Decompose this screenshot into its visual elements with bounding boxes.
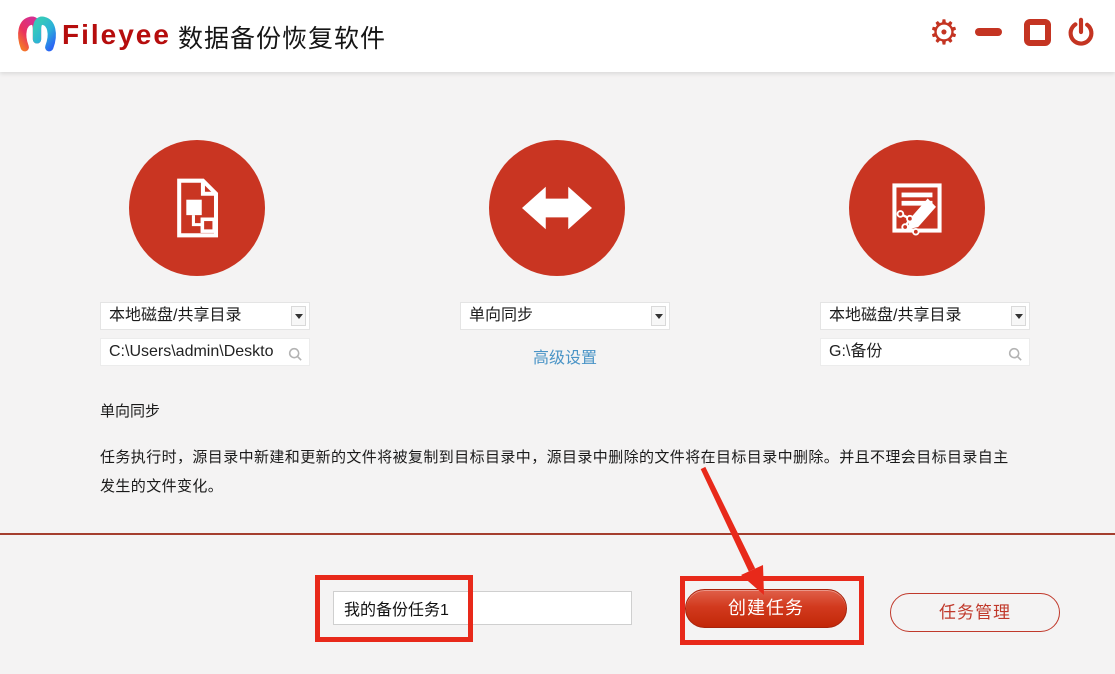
source-circle-badge: [129, 140, 265, 276]
sync-mode-dropdown[interactable]: 单向同步: [460, 302, 670, 330]
title-bar: Fileyee 数据备份恢复软件 ⚙: [0, 0, 1115, 72]
target-type-value: 本地磁盘/共享目录: [829, 307, 962, 324]
app-window: Fileyee 数据备份恢复软件 ⚙ 本地磁盘/共享目录 C:\Users\ad…: [0, 0, 1115, 674]
target-path-value: G:\备份: [829, 343, 883, 360]
two-way-arrow-icon: [522, 186, 592, 230]
chevron-down-icon[interactable]: [651, 306, 666, 326]
mode-description: 任务执行时，源目录中新建和更新的文件将被复制到目标目录中，源目录中删除的文件将在…: [100, 449, 1009, 495]
target-type-dropdown[interactable]: 本地磁盘/共享目录: [820, 302, 1030, 330]
source-path-value: C:\Users\admin\Deskto: [109, 343, 274, 360]
section-divider: [0, 533, 1115, 535]
mode-heading: 单向同步: [100, 403, 161, 420]
create-task-button[interactable]: 创建任务: [685, 589, 847, 628]
task-name-input[interactable]: [333, 591, 632, 625]
target-circle-badge: [849, 140, 985, 276]
target-path-input[interactable]: G:\备份: [820, 338, 1030, 366]
chevron-down-icon[interactable]: [1011, 306, 1026, 326]
browse-search-icon[interactable]: [1008, 345, 1023, 371]
advanced-settings-link[interactable]: 高级设置: [460, 344, 670, 368]
edit-plan-icon: [892, 183, 942, 236]
settings-gear-icon[interactable]: ⚙: [924, 0, 964, 72]
annotation-arrow: [700, 466, 764, 595]
flowchart-document-icon: [177, 178, 219, 238]
browse-search-icon[interactable]: [288, 345, 303, 371]
fileyee-logo-icon: [16, 12, 58, 63]
maximize-icon[interactable]: [1024, 19, 1051, 46]
source-type-value: 本地磁盘/共享目录: [109, 307, 242, 324]
chevron-down-icon[interactable]: [291, 306, 306, 326]
brand-name: Fileyee: [62, 19, 171, 50]
sync-mode-circle-badge: [489, 140, 625, 276]
power-close-icon[interactable]: [1066, 17, 1096, 47]
source-type-dropdown[interactable]: 本地磁盘/共享目录: [100, 302, 310, 330]
minimize-icon[interactable]: [975, 28, 1002, 36]
manage-tasks-button[interactable]: 任务管理: [890, 593, 1060, 632]
sync-mode-value: 单向同步: [469, 307, 534, 324]
source-path-input[interactable]: C:\Users\admin\Deskto: [100, 338, 310, 366]
app-title: 数据备份恢复软件: [178, 25, 387, 53]
